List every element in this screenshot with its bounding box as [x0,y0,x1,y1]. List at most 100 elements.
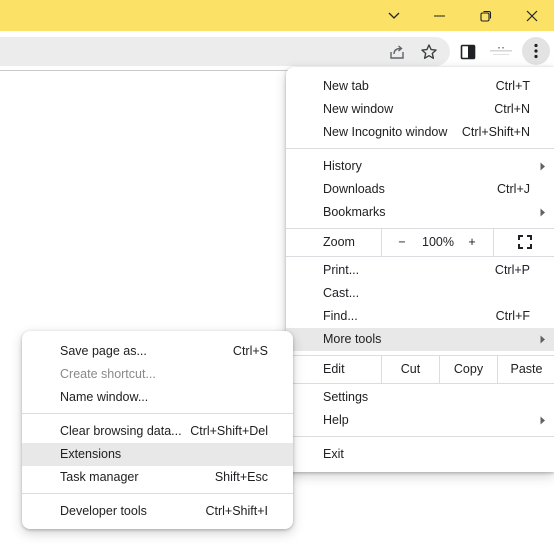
menu-item-cast[interactable]: Cast... [286,282,554,305]
edit-label: Edit [323,362,345,376]
zoom-level: 100% [422,229,454,256]
close-icon [526,10,538,21]
menu-item-shortcut: Shift+Esc [214,470,268,484]
menu-item-label: Cast... [323,286,360,300]
menu-item-new-tab[interactable]: New tab Ctrl+T [286,75,554,98]
fullscreen-button[interactable] [493,229,554,256]
menu-item-shortcut: Ctrl+F [495,309,530,323]
chrome-menu-button[interactable] [522,37,550,65]
zoom-out-label: − [398,235,406,249]
chevron-right-icon [538,201,548,224]
menu-item-find[interactable]: Find... Ctrl+F [286,305,554,328]
menu-item-label: Settings [323,390,369,404]
title-bar [0,0,554,31]
menu-item-shortcut: Ctrl+Shift+N [461,125,530,139]
menu-separator [286,383,554,384]
menu-item-label: History [323,159,362,173]
chevron-right-icon [538,328,548,351]
menu-item-label: Help [323,413,349,427]
menu-separator [286,436,554,437]
menu-item-shortcut: Ctrl+Shift+I [205,504,268,518]
chevron-down-icon [388,12,400,19]
bookmark-star-button[interactable] [417,40,441,64]
menu-item-shortcut: Ctrl+J [497,182,530,196]
menu-item-more-tools[interactable]: More tools [286,328,554,351]
menu-item-label: Clear browsing data... [60,424,182,438]
menu-item-name-window[interactable]: Name window... [22,386,293,409]
menu-separator [22,493,293,494]
menu-item-shortcut: Ctrl+Shift+Del [190,424,268,438]
menu-item-label: Save page as... [60,344,147,358]
menu-item-label: Developer tools [60,504,147,518]
menu-item-new-incognito-window[interactable]: New Incognito window Ctrl+Shift+N [286,121,554,144]
cut-button[interactable]: Cut [381,356,439,383]
paste-button[interactable]: Paste [497,356,554,383]
menu-item-label: Exit [323,447,344,461]
zoom-out-button[interactable]: − [381,229,422,256]
chevron-right-icon [538,155,548,178]
minimize-icon [434,15,445,16]
menu-item-print[interactable]: Print... Ctrl+P [286,259,554,282]
address-bar[interactable] [0,37,450,66]
menu-item-label: Downloads [323,182,385,196]
menu-separator [286,148,554,149]
restore-icon [480,10,492,22]
menu-item-clear-browsing-data[interactable]: Clear browsing data... Ctrl+Shift+Del [22,420,293,443]
cut-label: Cut [400,362,421,376]
menu-item-downloads[interactable]: Downloads Ctrl+J [286,178,554,201]
side-panel-button[interactable] [456,40,480,64]
menu-item-settings[interactable]: Settings [286,386,554,409]
menu-item-label: Bookmarks [323,205,386,219]
menu-item-label: Create shortcut... [60,367,156,381]
side-panel-icon [460,44,476,60]
zoom-in-button[interactable]: + [452,229,492,256]
zoom-row: Zoom − 100% + [286,229,554,256]
zoom-in-label: + [468,235,476,249]
menu-item-help[interactable]: Help [286,409,554,432]
profile-button[interactable] [490,40,512,62]
profile-avatar-icon [490,47,512,55]
menu-item-history[interactable]: History [286,155,554,178]
browser-toolbar [0,31,554,71]
menu-item-shortcut: Ctrl+T [495,79,530,93]
menu-item-label: New window [323,102,394,116]
fullscreen-icon [517,235,532,249]
menu-separator [22,413,293,414]
menu-item-label: Find... [323,309,358,323]
menu-item-exit[interactable]: Exit [286,443,554,466]
share-button[interactable] [385,40,409,64]
menu-item-shortcut: Ctrl+S [232,344,268,358]
more-tools-submenu: Save page as... Ctrl+S Create shortcut..… [22,331,293,529]
share-icon [390,45,404,59]
menu-item-bookmarks[interactable]: Bookmarks [286,201,554,224]
menu-item-label: Name window... [60,390,149,404]
menu-item-label: New Incognito window [323,125,448,139]
restore-button[interactable] [463,0,509,31]
menu-item-label: More tools [323,332,382,346]
menu-item-new-window[interactable]: New window Ctrl+N [286,98,554,121]
menu-item-label: Task manager [60,470,139,484]
menu-item-label: Extensions [60,447,122,461]
zoom-label: Zoom [323,235,355,249]
chevron-right-icon [538,409,548,432]
menu-item-shortcut: Ctrl+P [494,263,530,277]
zoom-value: 100% [422,235,454,249]
menu-item-extensions[interactable]: Extensions [22,443,293,466]
copy-button[interactable]: Copy [439,356,497,383]
menu-item-shortcut: Ctrl+N [494,102,530,116]
menu-item-create-shortcut[interactable]: Create shortcut... [22,363,293,386]
menu-item-save-page-as[interactable]: Save page as... Ctrl+S [22,340,293,363]
tab-search-button[interactable] [371,0,417,31]
menu-item-developer-tools[interactable]: Developer tools Ctrl+Shift+I [22,500,293,523]
menu-item-label: Print... [323,263,360,277]
menu-separator [286,256,554,257]
chrome-main-menu: New tab Ctrl+T New window Ctrl+N New Inc… [286,67,554,472]
close-window-button[interactable] [509,0,554,31]
menu-item-label: New tab [323,79,369,93]
star-icon [421,44,437,59]
copy-label: Copy [453,362,484,376]
edit-row: Edit Cut Copy Paste [286,356,554,383]
minimize-button[interactable] [417,0,463,31]
menu-item-task-manager[interactable]: Task manager Shift+Esc [22,466,293,489]
kebab-icon [534,43,538,59]
